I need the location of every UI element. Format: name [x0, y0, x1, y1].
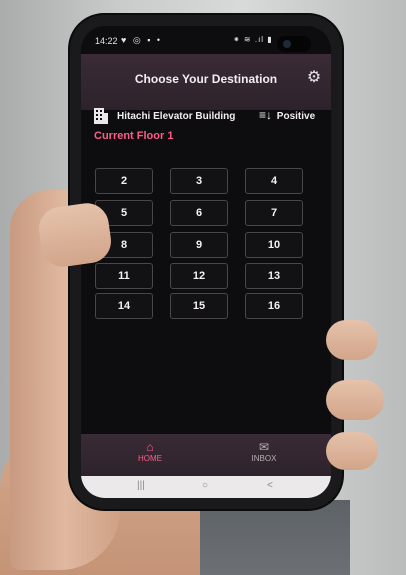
finger [326, 320, 378, 360]
direction-label: Positive [276, 111, 316, 122]
floor-button[interactable]: 2 [95, 168, 153, 194]
floor-button[interactable]: 12 [170, 263, 228, 289]
finger [326, 380, 384, 420]
page-title: Choose Your Destination [134, 72, 278, 86]
floor-button[interactable]: 4 [245, 168, 303, 194]
signal-battery-icons: ⁕ ≋ .ıl ▮ [233, 35, 273, 44]
building-name: Hitachi Elevator Building [117, 111, 236, 122]
system-home-button[interactable]: ○ [202, 480, 208, 491]
direction-toggle[interactable]: ≡↓ Positive [259, 108, 315, 122]
floor-button[interactable]: 9 [170, 232, 228, 258]
recents-button[interactable]: ||| [137, 480, 145, 491]
nav-inbox-label: INBOX [251, 454, 277, 463]
floor-button[interactable]: 3 [170, 168, 228, 194]
inbox-icon: ✉ [258, 440, 270, 454]
front-camera [277, 36, 311, 52]
floor-button[interactable]: 15 [170, 293, 228, 319]
floor-button[interactable]: 7 [245, 200, 303, 226]
floor-button[interactable]: 13 [245, 263, 303, 289]
notification-icons: ♥ ◎ ▪ • [121, 35, 163, 45]
sort-ascending-icon: ≡↓ [259, 108, 273, 122]
nav-home-label: HOME [138, 454, 162, 463]
building-icon [94, 108, 108, 124]
building-row: Hitachi Elevator Building ≡↓ Positive [93, 106, 331, 126]
current-floor-label: Current Floor 1 [94, 130, 174, 142]
phone-screen: 14:22 ♥ ◎ ▪ • ⁕ ≋ .ıl ▮ Choose Your Dest… [81, 26, 331, 498]
floor-button[interactable]: 10 [245, 232, 303, 258]
status-time: 14:22 [95, 36, 118, 46]
nav-inbox[interactable]: ✉ INBOX [234, 440, 294, 463]
bottom-nav: ⌂ HOME ✉ INBOX [81, 434, 331, 476]
floor-button[interactable]: 16 [245, 293, 303, 319]
floor-button[interactable]: 11 [95, 263, 153, 289]
app-bar: Choose Your Destination ⚙ [81, 54, 331, 110]
gear-icon[interactable]: ⚙ [305, 69, 323, 87]
floor-button[interactable]: 14 [95, 293, 153, 319]
nav-home[interactable]: ⌂ HOME [120, 440, 180, 463]
system-back-button[interactable]: < [267, 480, 273, 491]
finger [326, 432, 378, 470]
floor-button[interactable]: 6 [170, 200, 228, 226]
home-icon: ⌂ [146, 440, 154, 454]
system-nav-bar: ||| ○ < [81, 476, 331, 498]
